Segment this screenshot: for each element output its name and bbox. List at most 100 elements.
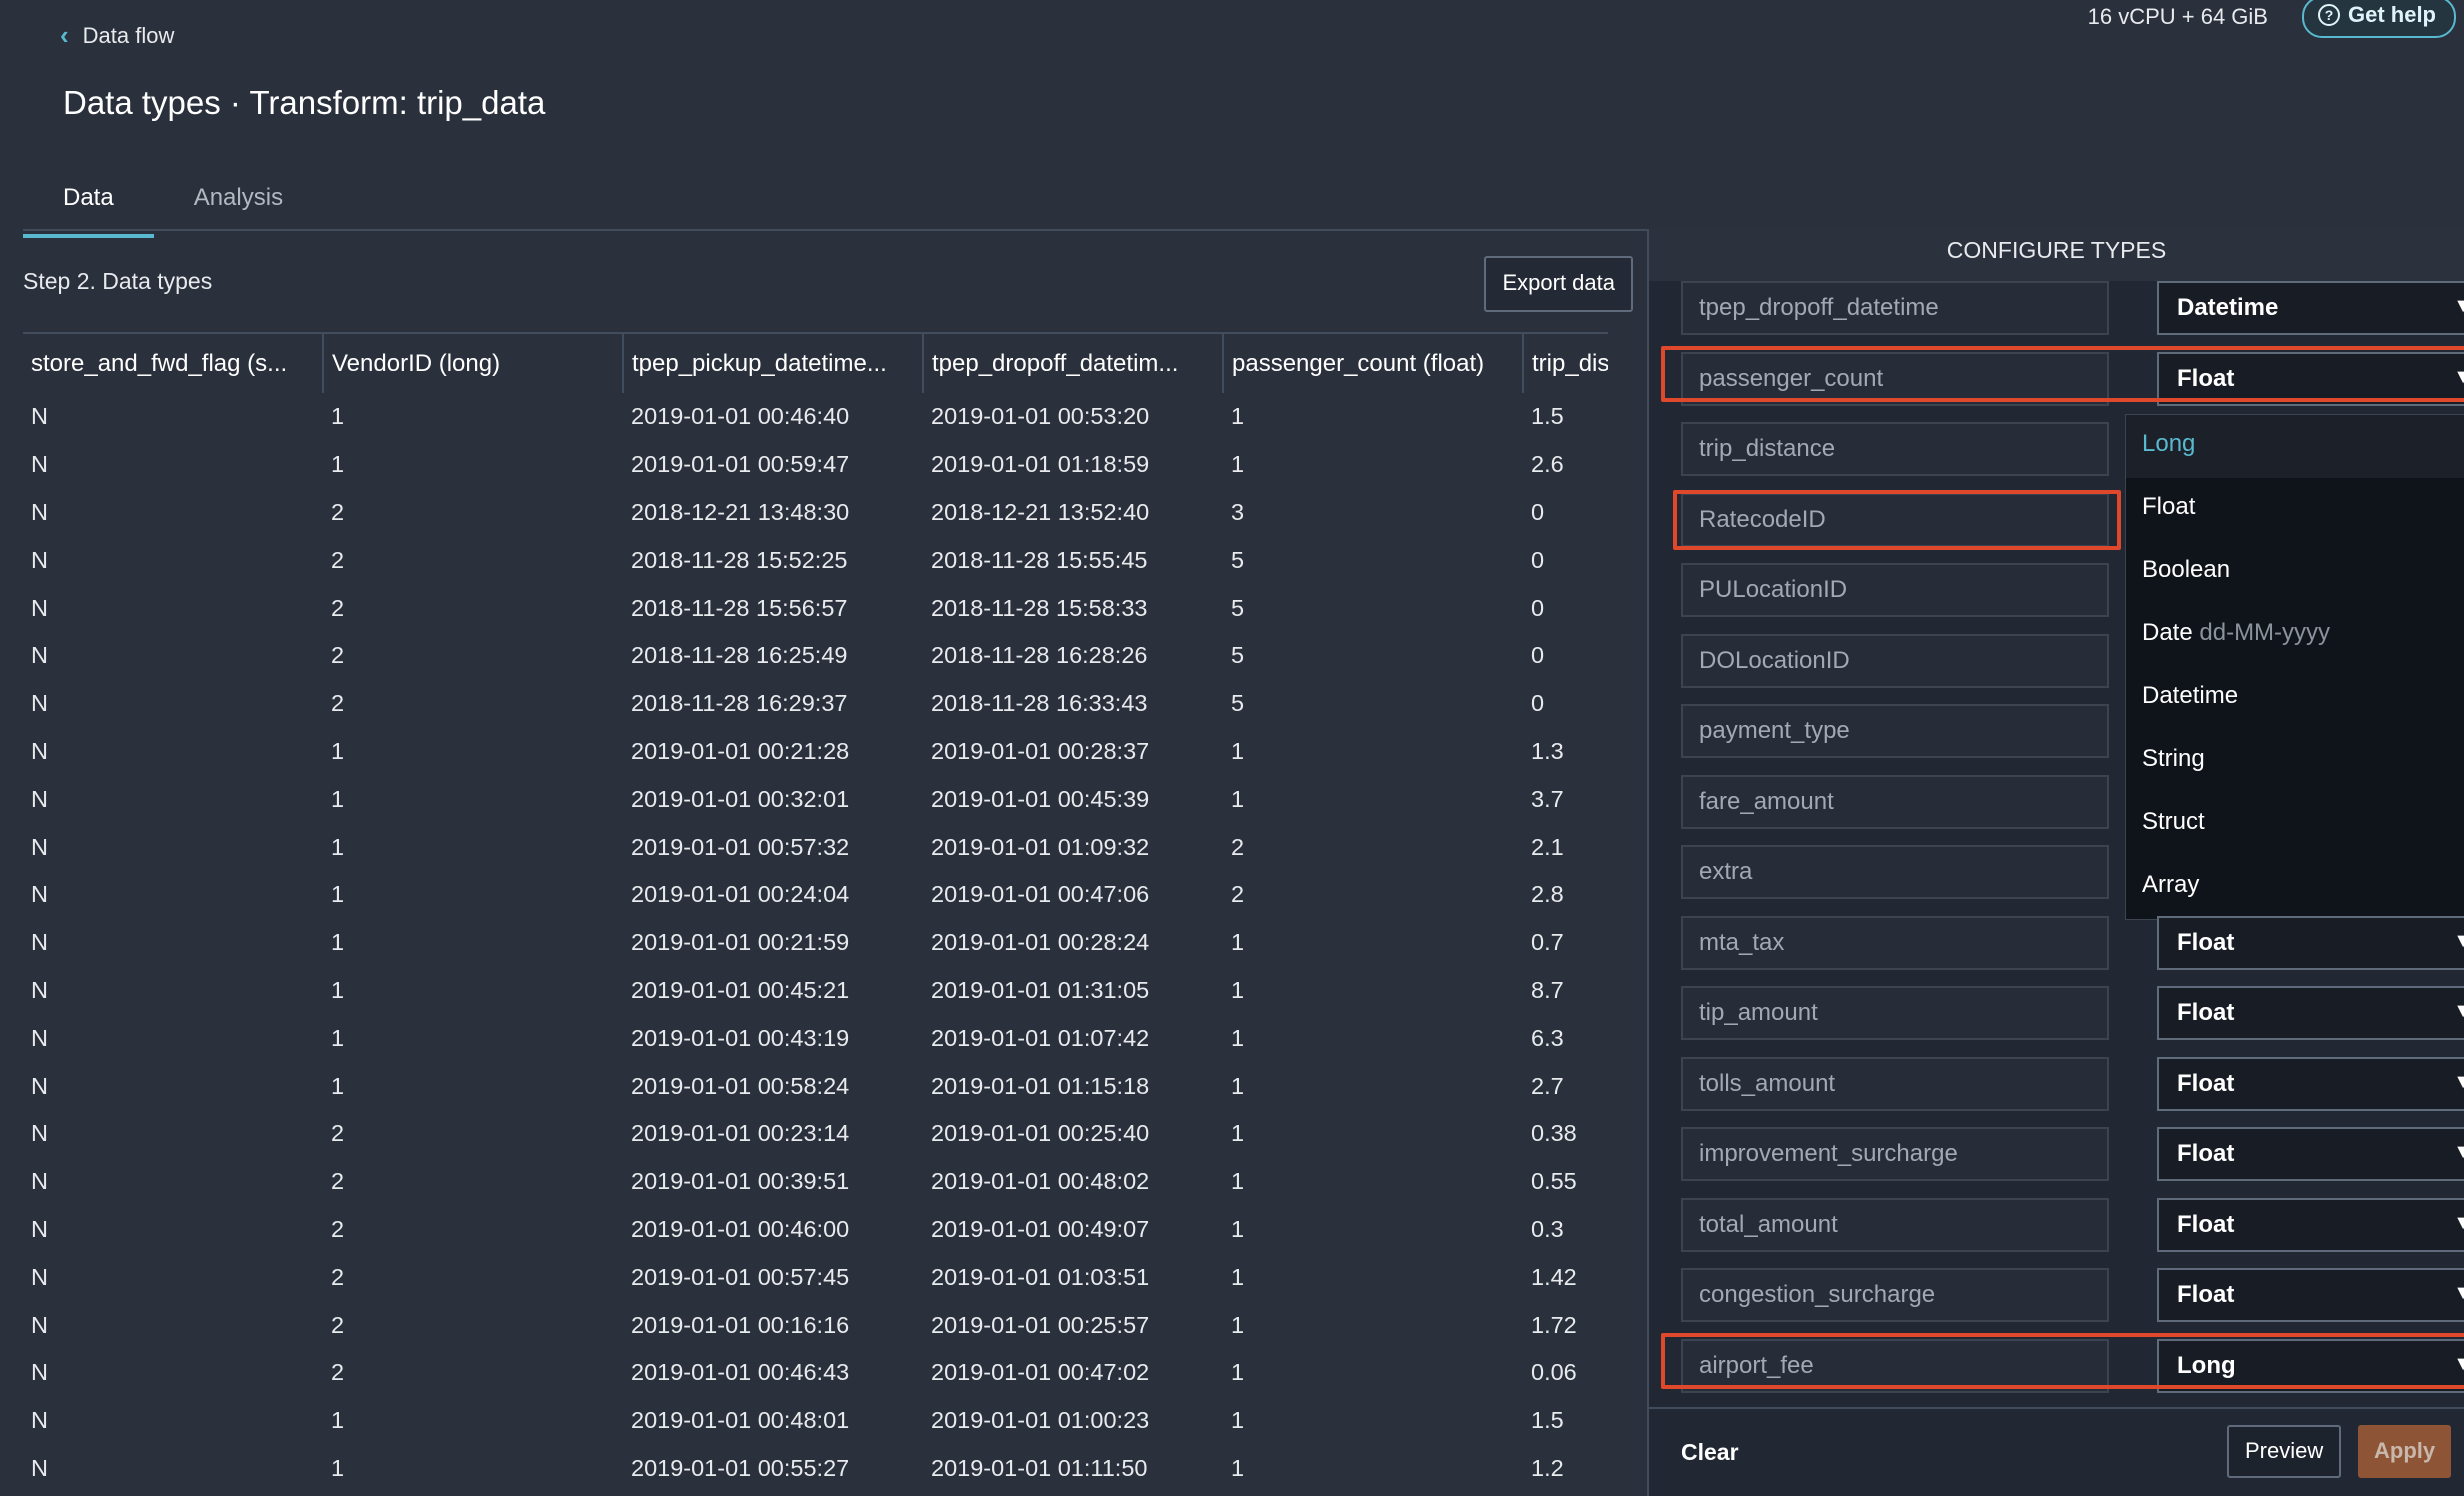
table-cell: 2019-01-01 00:32:01 — [631, 785, 850, 812]
type-select[interactable]: Float ▼ — [2157, 915, 2464, 970]
table-cell: 1 — [1231, 1454, 1245, 1481]
data-grid[interactable]: store_and_fwd_flag (s... VendorID (long) t… — [23, 332, 1608, 1492]
dropdown-option[interactable]: Array — [2126, 856, 2464, 919]
table-cell: 2019-01-01 01:03:51 — [931, 1263, 1150, 1290]
table-cell: 2018-12-21 13:52:40 — [931, 498, 1150, 525]
table-cell: 1 — [331, 403, 345, 430]
back-link[interactable]: ‹ Data flow — [60, 20, 174, 51]
column-header[interactable]: trip_dis — [1523, 332, 1608, 393]
table-cell: N — [31, 1311, 48, 1338]
table-row: N 1 2019-01-01 00:21:59 2019-01-01 00:28:24… — [23, 919, 1608, 967]
table-cell: 2 — [331, 1311, 345, 1338]
table-cell: 2019-01-01 00:21:59 — [631, 929, 850, 956]
table-row: N 2 2018-11-28 15:56:57 2018-11-28 15:58:33… — [23, 584, 1608, 632]
table-cell: 2 — [331, 498, 345, 525]
dropdown-option[interactable]: Datetime — [2126, 667, 2464, 730]
table-cell: 1.2 — [1531, 1454, 1564, 1481]
type-select[interactable]: Float ▼ — [2157, 1268, 2464, 1322]
help-icon: ? — [2317, 4, 2340, 26]
table-cell: 3 — [1231, 498, 1245, 525]
table-cell: 2019-01-01 01:11:50 — [931, 1454, 1148, 1481]
table-row: N 1 2019-01-01 00:32:01 2019-01-01 00:45:39… — [23, 775, 1608, 823]
clear-button[interactable]: Clear — [1681, 1439, 1739, 1466]
dropdown-option[interactable]: Float — [2126, 478, 2464, 541]
type-select-value: Float — [2177, 1210, 2235, 1238]
table-cell: 8.7 — [1531, 976, 1564, 1003]
table-cell: 1 — [1231, 785, 1245, 812]
table-cell: 1 — [1231, 1359, 1245, 1386]
table-cell: N — [31, 1072, 48, 1099]
table-cell: 2019-01-01 00:39:51 — [631, 1168, 850, 1195]
table-cell: N — [31, 642, 48, 669]
dropdown-option[interactable]: Struct — [2126, 793, 2464, 856]
type-select[interactable]: Float ▼ — [2157, 1127, 2464, 1181]
table-row: N 1 2019-01-01 00:57:32 2019-01-01 01:09:32… — [23, 823, 1608, 871]
caret-down-icon: ▼ — [2453, 1211, 2464, 1234]
table-cell: 2.8 — [1531, 881, 1564, 908]
export-data-button[interactable]: Export data — [1484, 256, 1633, 312]
table-row: N 2 2019-01-01 00:46:43 2019-01-01 00:47:02… — [23, 1349, 1608, 1397]
type-select[interactable]: Float ▼ — [2157, 986, 2464, 1040]
table-cell: 1 — [331, 881, 345, 908]
column-name-field: tolls_amount — [1681, 1056, 2109, 1111]
table-cell: 2019-01-01 00:57:45 — [631, 1263, 850, 1290]
dropdown-option[interactable]: Long — [2126, 414, 2464, 478]
dropdown-option[interactable]: String — [2126, 730, 2464, 793]
table-cell: 1 — [1231, 451, 1245, 478]
column-name-field: mta_tax — [1681, 915, 2109, 970]
column-header[interactable]: VendorID (long) — [323, 332, 624, 393]
column-header[interactable]: store_and_fwd_flag (s... — [23, 332, 324, 393]
caret-down-icon: ▼ — [2453, 1141, 2464, 1163]
highlight-box — [1661, 1332, 2464, 1389]
column-name-field: fare_amount — [1681, 774, 2109, 829]
table-cell: 0 — [1531, 690, 1545, 717]
column-header[interactable]: tpep_dropoff_datetim... — [923, 332, 1224, 393]
table-cell: 1 — [1231, 1072, 1245, 1099]
table-row: N 2 2018-12-21 13:48:30 2018-12-21 13:52:40… — [23, 489, 1608, 537]
apply-button[interactable]: Apply — [2358, 1425, 2452, 1478]
table-cell: 2019-01-01 01:07:42 — [931, 1024, 1150, 1051]
back-label: Data flow — [82, 22, 175, 48]
table-cell: 2 — [331, 546, 345, 573]
table-cell: 2019-01-01 00:47:02 — [931, 1359, 1150, 1386]
table-row: N 2 2019-01-01 00:23:14 2019-01-01 00:25:40… — [23, 1110, 1608, 1158]
table-cell: N — [31, 1359, 48, 1386]
table-cell: 2019-01-01 01:18:59 — [931, 451, 1150, 478]
get-help-button[interactable]: ? Get help — [2301, 0, 2456, 38]
option-label: Datetime — [2142, 681, 2239, 709]
table-cell: 1 — [331, 976, 345, 1003]
table-cell: 1.72 — [1531, 1311, 1577, 1338]
table-cell: 2 — [331, 1215, 345, 1242]
highlight-box — [1673, 489, 2121, 550]
table-cell: 2019-01-01 00:43:19 — [631, 1024, 850, 1051]
table-cell: 2019-01-01 00:58:24 — [631, 1072, 850, 1099]
get-help-label: Get help — [2347, 2, 2436, 27]
table-row: N 2 2019-01-01 00:46:00 2019-01-01 00:49:07… — [23, 1206, 1608, 1254]
table-cell: 1.3 — [1531, 737, 1564, 764]
instance-type[interactable]: 16 vCPU + 64 GiB — [2088, 4, 2268, 30]
caret-down-icon: ▼ — [2453, 295, 2464, 317]
table-row: N 2 2018-11-28 16:25:49 2018-11-28 16:28:26… — [23, 632, 1608, 680]
table-cell: 1 — [331, 1072, 345, 1099]
configure-types-panel: CONFIGURE TYPES tpep_dropoff_datetime Dat… — [1647, 229, 2464, 1496]
table-cell: 2019-01-01 00:48:01 — [631, 1407, 850, 1434]
type-select[interactable]: Float ▼ — [2157, 1197, 2464, 1252]
table-cell: 1 — [1231, 737, 1245, 764]
table-cell: 1 — [331, 451, 345, 478]
table-cell: N — [31, 881, 48, 908]
table-cell: 5 — [1231, 642, 1245, 669]
caret-down-icon: ▼ — [2453, 929, 2464, 952]
table-cell: N — [31, 737, 48, 764]
table-cell: 2 — [331, 690, 345, 717]
column-header[interactable]: passenger_count (float) — [1223, 332, 1524, 393]
column-header[interactable]: tpep_pickup_datetime... — [623, 332, 924, 393]
type-rows[interactable]: tpep_dropoff_datetime Datetime ▼ passenger_… — [1649, 281, 2464, 1406]
dropdown-option[interactable]: Boolean — [2126, 541, 2464, 604]
preview-button[interactable]: Preview — [2227, 1425, 2342, 1478]
type-select[interactable]: Datetime ▼ — [2157, 281, 2464, 335]
option-label: Float — [2142, 492, 2196, 520]
dropdown-option[interactable]: Date dd-MM-yyyy — [2126, 604, 2464, 667]
column-name-field: improvement_surcharge — [1681, 1127, 2109, 1181]
type-select[interactable]: Float ▼ — [2157, 1056, 2464, 1111]
table-row: N 1 2019-01-01 00:24:04 2019-01-01 00:47:06… — [23, 871, 1608, 919]
